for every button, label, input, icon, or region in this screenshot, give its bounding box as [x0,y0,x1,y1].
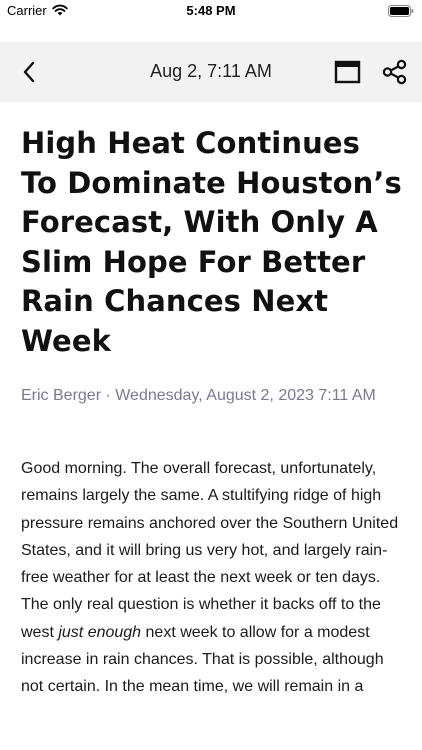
navigation-bar: Aug 2, 7:11 AM [0,42,422,102]
article-body: Good morning. The overall forecast, unfo… [21,455,406,701]
article-headline: High Heat Continues To Dominate Houston’… [21,126,402,358]
body-text-segment: Good morning. The overall forecast, unfo… [21,460,399,641]
browser-window-icon [334,60,361,84]
status-bar: Carrier 5:48 PM [0,0,422,24]
status-time: 5:48 PM [186,3,236,18]
share-icon [382,59,407,85]
body-emphasis: just enough [58,623,142,641]
article-content[interactable]: High Heat Continues To Dominate Houston’… [0,102,422,750]
open-in-browser-button[interactable] [334,59,362,85]
article-byline: Eric Berger · Wednesday, August 2, 2023 … [21,387,376,404]
battery-icon [388,4,414,22]
share-button[interactable] [381,58,409,86]
